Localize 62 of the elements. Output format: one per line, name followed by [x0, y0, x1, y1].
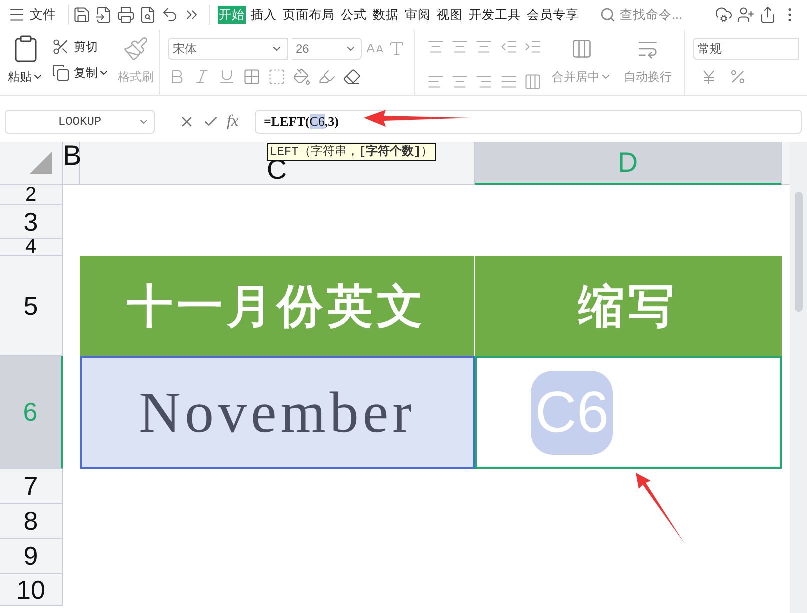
cut-button[interactable]: 剪切 — [74, 38, 98, 56]
paste-button[interactable]: 粘贴 — [8, 68, 44, 86]
copy-icon[interactable] — [52, 64, 70, 82]
row-header[interactable]: 10 — [0, 574, 63, 606]
font-color-icon[interactable] — [318, 68, 336, 86]
row-header[interactable]: 8 — [0, 504, 63, 539]
row-header[interactable]: 3 — [0, 205, 63, 239]
borders-icon[interactable] — [243, 68, 261, 86]
row-header[interactable]: 7 — [0, 469, 63, 504]
menu-tab[interactable]: 审阅 — [404, 6, 432, 24]
cloud-icon[interactable] — [715, 6, 733, 24]
row-header[interactable]: 5 — [0, 256, 63, 356]
indent-increase-icon[interactable] — [524, 38, 542, 56]
select-all-icon[interactable] — [30, 152, 52, 174]
file-menu[interactable]: 文件 — [30, 5, 56, 25]
menu-tab[interactable]: 开发工具 — [468, 6, 522, 24]
header-background — [782, 142, 790, 185]
export-icon[interactable] — [95, 6, 113, 24]
align-middle-icon[interactable] — [451, 38, 470, 56]
underline-icon[interactable] — [218, 68, 236, 86]
row-header[interactable]: 2 — [0, 185, 63, 205]
annotation-arrow — [636, 473, 686, 545]
search-icon — [600, 7, 616, 23]
formula-text[interactable]: =LEFT(C6,3) — [264, 112, 339, 132]
scissors-icon[interactable] — [52, 38, 70, 56]
menu-tab[interactable]: 数据 — [372, 6, 400, 24]
font-field[interactable]: 宋体 — [168, 38, 288, 60]
font-size-field[interactable]: 26 — [292, 38, 362, 60]
save-icon[interactable] — [73, 6, 91, 24]
row-header[interactable]: 9 — [0, 539, 63, 574]
menu-tab[interactable]: 视图 — [436, 6, 464, 24]
table-cell[interactable]: November — [80, 356, 475, 469]
search-command-field[interactable]: 查找命令... — [600, 6, 682, 24]
print-preview-icon[interactable] — [139, 6, 157, 24]
share-icon[interactable] — [759, 6, 777, 24]
header-cell: 缩写 — [475, 256, 782, 356]
column-header[interactable]: B — [63, 142, 80, 185]
print-icon[interactable] — [117, 6, 135, 24]
indent-decrease-icon[interactable] — [500, 38, 518, 56]
menu-tab[interactable]: 公式 — [340, 6, 368, 24]
copy-button[interactable]: 复制 — [74, 64, 110, 82]
menu-tab[interactable]: 页面布局 — [282, 6, 336, 24]
row-header[interactable]: 4 — [0, 239, 63, 256]
cell-style-icon[interactable] — [268, 68, 286, 86]
menu-tab[interactable]: 插入 — [250, 6, 278, 24]
eraser-icon[interactable] — [343, 68, 361, 86]
vertical-scrollbar[interactable] — [790, 142, 807, 613]
share-user-icon[interactable] — [737, 6, 755, 24]
distribute-icon[interactable] — [524, 72, 542, 90]
number-format-field[interactable]: 常规 — [693, 38, 799, 60]
function-button[interactable]: fx — [227, 110, 239, 134]
menu-icon[interactable] — [8, 6, 26, 24]
align-top-icon[interactable] — [427, 38, 445, 56]
header-cell: 十一月份英文 — [80, 256, 475, 356]
fill-color-icon[interactable] — [293, 68, 311, 86]
function-tooltip: LEFT（字符串，[字符个数]） — [267, 143, 436, 161]
currency-icon[interactable] — [701, 69, 717, 85]
menu-tab[interactable]: 会员专享 — [526, 6, 580, 24]
undo-icon[interactable] — [161, 6, 179, 24]
name-box[interactable]: LOOKUP — [5, 110, 155, 134]
percent-icon[interactable] — [729, 68, 747, 86]
align-bottom-icon[interactable] — [475, 38, 494, 56]
